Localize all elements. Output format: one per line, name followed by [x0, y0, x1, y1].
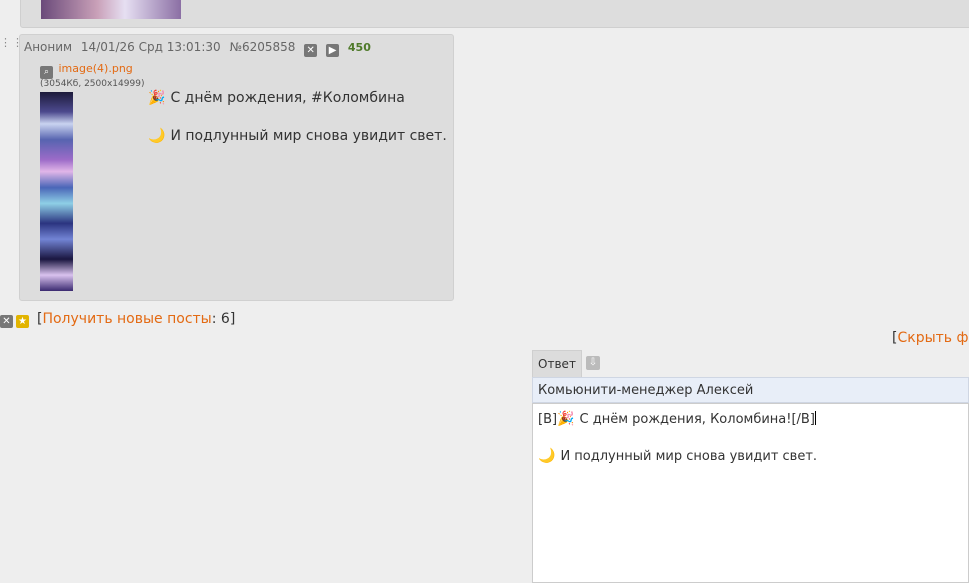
comment-line: 🌙 И подлунный мир снова увидит свет. — [538, 448, 818, 464]
post-line: 🎉 С днём рождения, #Коломбина — [148, 90, 405, 106]
hide-form-toggle: [Скрыть фо — [892, 330, 969, 346]
post-message: 🎉 С днём рождения, #Коломбина 🌙 И подлунны… — [148, 89, 447, 165]
reply-count[interactable]: 450 — [348, 41, 371, 54]
name-field[interactable]: Комьюнити-менеджер Алексей — [532, 377, 969, 403]
play-icon[interactable]: ▶ — [326, 44, 340, 57]
star-icon[interactable]: ★ — [16, 315, 29, 328]
comment-line: [B]🎉 С днём рождения, Коломбина![/B] — [538, 411, 816, 427]
new-posts-count: 6 — [220, 311, 230, 327]
comment-textarea[interactable]: [B]🎉 С днём рождения, Коломбина![/B] 🌙 И п… — [532, 403, 969, 583]
post-author: Аноним — [24, 40, 73, 54]
hide-form-link[interactable]: Скрыть фо — [897, 330, 969, 346]
crescent-moon-icon: 🌙 — [148, 128, 166, 144]
magnifier-icon[interactable]: ⌕ — [40, 66, 53, 79]
crescent-moon-icon: 🌙 — [538, 448, 556, 464]
reply-form: Ответ ⇩ Комьюнити-менеджер Алексей [B]🎉 С… — [532, 350, 969, 583]
hide-post-icon[interactable]: ✕ — [304, 44, 318, 57]
post-date: 14/01/26 Срд 13:01:30 — [80, 40, 221, 54]
post-header: Аноним 14/01/26 Срд 13:01:30 №6205858 ✕ … — [24, 40, 376, 57]
arrow-down-icon[interactable]: ⇩ — [586, 356, 600, 370]
file-link-row: ⌕ image(4).png — [40, 62, 133, 79]
post-image-thumbnail[interactable] — [40, 92, 73, 291]
post: Аноним 14/01/26 Срд 13:01:30 №6205858 ✕ … — [19, 34, 454, 301]
new-posts-bar: ✕ ★ [Получить новые посты: 6] — [0, 311, 235, 328]
post-line: 🌙 И подлунный мир снова увидит свет. — [148, 128, 447, 144]
party-popper-icon: 🎉 — [148, 90, 166, 106]
previous-post-thumbnail[interactable] — [41, 0, 181, 19]
text-caret — [814, 411, 816, 425]
party-popper-icon: 🎉 — [557, 411, 575, 427]
file-name-link[interactable]: image(4).png — [59, 62, 133, 75]
close-icon[interactable]: ✕ — [0, 315, 13, 328]
get-new-posts-link[interactable]: Получить новые посты — [42, 311, 211, 327]
file-meta: (3054Кб, 2500x14999) — [40, 79, 145, 89]
post-number[interactable]: №6205858 — [229, 40, 295, 54]
previous-post — [20, 0, 969, 28]
tab-reply[interactable]: Ответ — [532, 350, 582, 377]
